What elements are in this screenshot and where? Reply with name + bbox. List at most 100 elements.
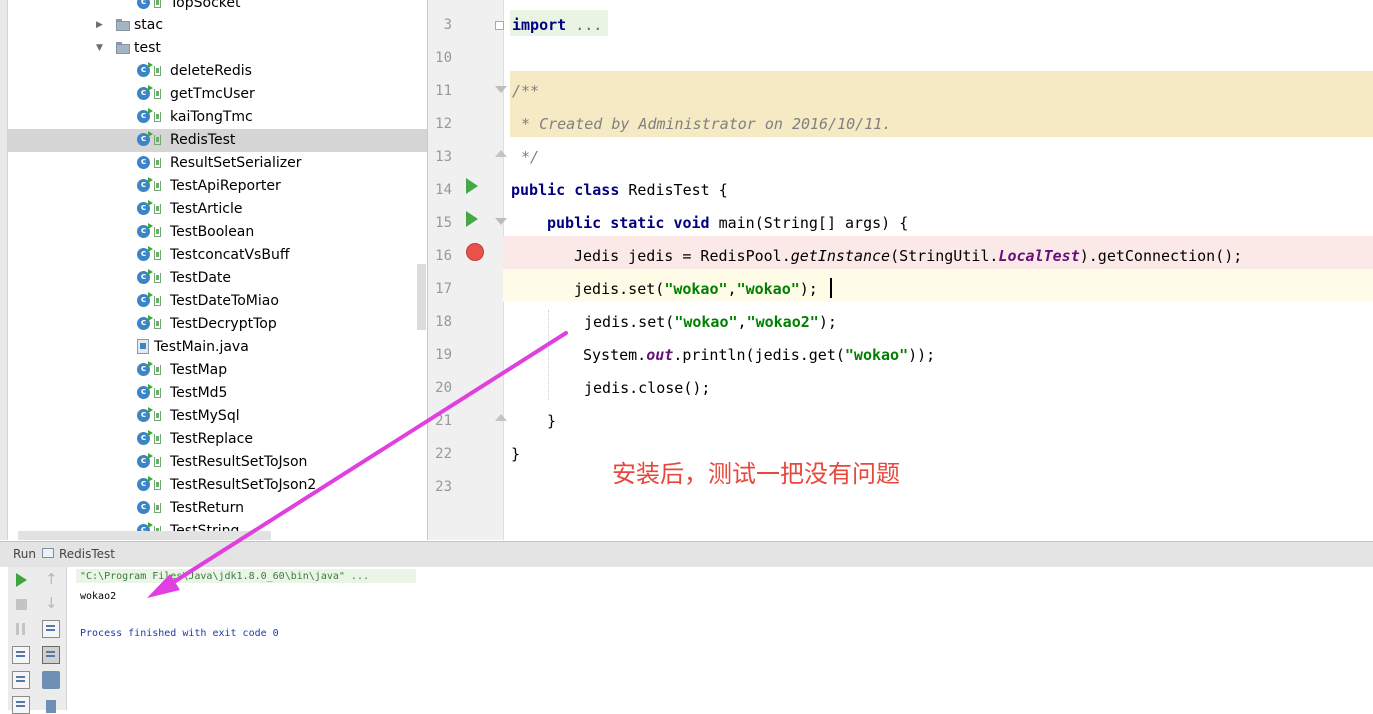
tree-item-stac[interactable]: ▶ stac [8, 14, 427, 37]
code-line-22[interactable]: } [511, 445, 520, 463]
access-icon [154, 181, 161, 191]
run-class-icon[interactable] [466, 178, 478, 194]
tree-item-testreplace[interactable]: c TestReplace [8, 428, 427, 451]
runnable-class-icon: c [137, 177, 153, 192]
line-number: 16 [435, 248, 452, 264]
access-icon [154, 319, 161, 329]
tree-item-testmd5[interactable]: c TestMd5 [8, 382, 427, 405]
line-number: 13 [435, 149, 452, 165]
tree-horizontal-scrollbar[interactable] [18, 531, 271, 540]
tree-item-testboolean[interactable]: c TestBoolean [8, 221, 427, 244]
tree-item-redistest[interactable]: c RedisTest [8, 129, 427, 152]
breakpoint-icon[interactable] [466, 243, 484, 261]
access-icon [154, 89, 161, 99]
chevron-right-icon[interactable]: ▶ [96, 20, 103, 30]
code-line-13[interactable]: */ [512, 148, 539, 166]
soft-wrap-icon[interactable] [42, 620, 60, 638]
access-icon [154, 158, 161, 168]
access-icon [154, 112, 161, 122]
run-panel-header: Run RedisTest [0, 541, 1373, 568]
pause-icon[interactable] [12, 620, 30, 638]
tree-item-resultsetserializer[interactable]: c ResultSetSerializer [8, 152, 427, 175]
run-main-icon[interactable] [466, 211, 478, 227]
runnable-class-icon: c [137, 407, 153, 422]
trash-icon[interactable] [42, 696, 60, 714]
line-number: 15 [435, 215, 452, 231]
tree-item-testresultsettojson2[interactable]: c TestResultSetToJson2 [8, 474, 427, 497]
tree-item-testapireporter[interactable]: c TestApiReporter [8, 175, 427, 198]
access-icon [154, 66, 161, 76]
fold-end-icon[interactable] [495, 414, 507, 422]
access-icon [154, 227, 161, 237]
code-line-18[interactable]: jedis.set("wokao","wokao2"); [584, 313, 837, 331]
access-icon [154, 273, 161, 283]
code-line-21[interactable]: } [547, 412, 556, 430]
tree-item-testdatetomiao[interactable]: c TestDateToMiao [8, 290, 427, 313]
arrow-down-icon[interactable] [42, 594, 60, 613]
access-icon [154, 135, 161, 145]
layout-icon[interactable] [12, 696, 30, 714]
code-line-17[interactable]: jedis.set("wokao","wokao"); [574, 280, 818, 298]
code-editor[interactable]: 3 10 11 12 13 14 15 16 17 18 19 20 21 22… [428, 0, 1373, 540]
tree-vertical-scrollbar[interactable] [417, 264, 426, 330]
runnable-class-icon: c [137, 315, 153, 330]
access-icon [154, 503, 161, 513]
tree-item-testdate[interactable]: c TestDate [8, 267, 427, 290]
exit-icon[interactable] [12, 671, 30, 689]
console-output[interactable]: "C:\Program Files\Java\jdk1.8.0_60\bin\j… [76, 567, 1373, 710]
line-number: 18 [435, 314, 452, 330]
runnable-class-icon: c [137, 476, 153, 491]
dump-threads-icon[interactable] [12, 646, 30, 664]
access-icon [154, 388, 161, 398]
code-line-19[interactable]: System.out.println(jedis.get("wokao")); [583, 346, 935, 364]
code-line-16[interactable]: Jedis jedis = RedisPool.getInstance(Stri… [574, 247, 1242, 265]
tree-item-testdecrypttop[interactable]: c TestDecryptTop [8, 313, 427, 336]
runnable-class-icon: c [137, 430, 153, 445]
fold-end-icon[interactable] [495, 150, 507, 158]
chevron-down-icon[interactable]: ▼ [96, 43, 103, 53]
runnable-class-icon: c [137, 131, 153, 146]
run-tab-redistest[interactable]: RedisTest [59, 547, 115, 561]
runnable-class-icon: c [137, 223, 153, 238]
line-number: 17 [435, 281, 452, 297]
tree-item-testreturn[interactable]: c TestReturn [8, 497, 427, 520]
indent-guide [548, 310, 550, 400]
code-line-11[interactable]: /** [512, 82, 539, 100]
tree-item-testresultsettojson[interactable]: c TestResultSetToJson [8, 451, 427, 474]
run-panel: "C:\Program Files\Java\jdk1.8.0_60\bin\j… [0, 567, 1373, 714]
fold-start-icon[interactable] [495, 218, 507, 229]
code-line-20[interactable]: jedis.close(); [584, 379, 710, 397]
runnable-class-icon: c [137, 269, 153, 284]
line-number: 19 [435, 347, 452, 363]
line-number: 14 [435, 182, 452, 198]
code-line-12[interactable]: * Created by Administrator on 2016/10/11… [512, 115, 891, 133]
class-icon: c [137, 156, 150, 169]
rerun-icon[interactable] [12, 571, 30, 589]
tree-item-deleteredis[interactable]: c deleteRedis [8, 60, 427, 83]
fold-plus-icon[interactable] [495, 21, 504, 30]
line-number: 21 [435, 413, 452, 429]
console-exit-line: Process finished with exit code 0 [80, 628, 279, 639]
tree-item-gettmcuser[interactable]: c getTmcUser [8, 83, 427, 106]
code-line-14[interactable]: public class RedisTest { [511, 181, 728, 199]
tree-item-testmain-java[interactable]: TestMain.java [8, 336, 427, 359]
tree-item-topsocket[interactable]: c TopSocket [8, 0, 427, 15]
stop-icon[interactable] [12, 595, 30, 613]
print-icon[interactable] [42, 671, 60, 689]
access-icon [154, 296, 161, 306]
tree-item-test[interactable]: ▼ test [8, 37, 427, 60]
access-icon [154, 434, 161, 444]
code-line-15[interactable]: public static void main(String[] args) { [547, 214, 908, 232]
code-line-3[interactable]: import ... [512, 16, 602, 34]
tree-item-testmap[interactable]: c TestMap [8, 359, 427, 382]
scroll-to-end-icon[interactable] [42, 646, 60, 664]
tree-item-kaitongtmc[interactable]: c kaiTongTmc [8, 106, 427, 129]
line-number: 20 [435, 380, 452, 396]
runnable-class-icon: c [137, 108, 153, 123]
tree-item-testconcatvsbuff[interactable]: c TestconcatVsBuff [8, 244, 427, 267]
tree-item-testmysql[interactable]: c TestMySql [8, 405, 427, 428]
arrow-up-icon[interactable] [42, 570, 60, 589]
tree-item-testarticle[interactable]: c TestArticle [8, 198, 427, 221]
fold-start-icon[interactable] [495, 86, 507, 97]
line-number: 22 [435, 446, 452, 462]
